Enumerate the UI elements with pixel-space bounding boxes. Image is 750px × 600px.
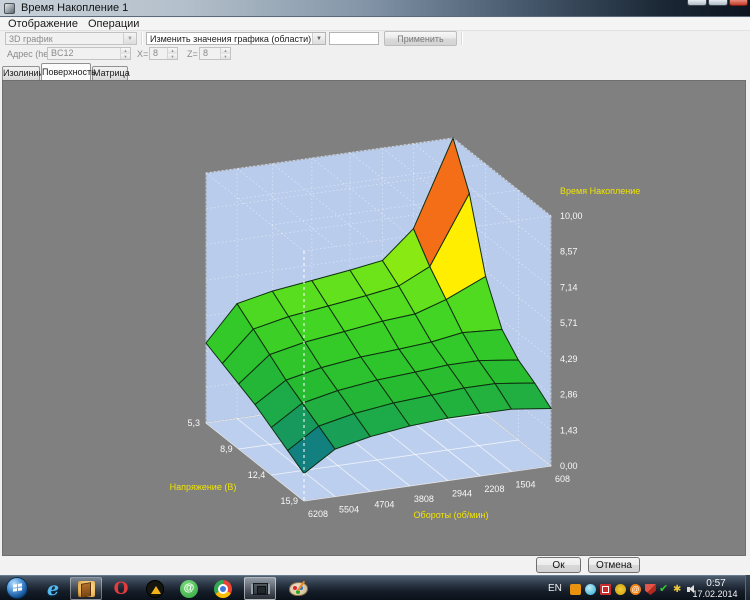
z-value: 8 [200, 48, 220, 59]
x-value: 8 [150, 48, 167, 59]
language-indicator[interactable]: EN [548, 583, 562, 594]
x-tick-label: 2208 [484, 484, 504, 494]
taskbar-item-file-manager[interactable] [70, 577, 102, 600]
chevron-down-icon: ▼ [123, 33, 136, 44]
ok-button[interactable]: Ок [536, 557, 581, 573]
file-manager-icon [78, 581, 95, 597]
tray-orange-app-icon[interactable] [570, 584, 581, 595]
x-tick-label: 4704 [374, 500, 394, 510]
start-button[interactable] [6, 577, 28, 599]
taskbar-item-opera[interactable]: O [106, 577, 136, 600]
cancel-button[interactable]: Отмена [588, 557, 640, 573]
action-value: Изменить значения графика (области) на з… [147, 34, 312, 44]
taskbar-item-internet-explorer[interactable]: e [38, 577, 68, 600]
z-tick-label: 2,86 [560, 390, 578, 400]
x-tick-label: 5504 [339, 505, 359, 515]
taskbar-item-chrome[interactable] [208, 577, 238, 600]
x-tick-label: 1504 [515, 480, 535, 490]
spinner-arrows-icon[interactable]: ▲▼ [220, 48, 230, 59]
close-button[interactable] [729, 0, 748, 6]
x-axis-title: Обороты (об/мин) [414, 510, 489, 520]
taskbar-item-aimp[interactable] [140, 577, 170, 600]
tray-update-star-icon[interactable]: ✱ [673, 584, 684, 595]
taskbar-item-paint[interactable] [282, 577, 314, 600]
z-tick-label: 5,71 [560, 318, 578, 328]
surface-plot[interactable]: 0,00 1,43 2,86 4,29 5,71 7,14 8,57 10,00 6208 550… [3, 81, 745, 555]
x-spinner[interactable]: 8 ▲▼ [149, 47, 178, 60]
tab-isolines[interactable]: Изолинии [2, 66, 40, 80]
x-tick-label: 6208 [308, 509, 328, 519]
address-value: BC12 [48, 48, 120, 59]
opera-icon: O [114, 579, 129, 599]
app-icon [4, 3, 15, 14]
z-tick-label: 1,43 [560, 425, 578, 435]
x-tick-label: 2944 [452, 489, 472, 499]
mailru-agent-icon: @ [180, 580, 198, 598]
tray-mailru-icon[interactable]: @ [630, 584, 641, 595]
toolbar-separator [461, 32, 462, 45]
window-titlebar: Время Накопление 1 [0, 0, 750, 17]
view-mode-value: 3D график [6, 34, 123, 44]
z-axis-title: Время Накопление [560, 186, 640, 196]
spinner-arrows-icon[interactable]: ▲▼ [167, 48, 177, 59]
taskbar: e O @ EN @ ✔ ✱ 0:57 17.02.2014 [0, 575, 750, 600]
tray-antivirus-shield-icon[interactable] [645, 584, 656, 595]
z-label: Z= [187, 49, 198, 59]
z-tick-label: 8,57 [560, 247, 578, 257]
clock-time[interactable]: 0:57 [690, 578, 742, 589]
tray-flash-drive-icon[interactable] [600, 584, 611, 595]
taskbar-item-mailru-agent[interactable]: @ [174, 577, 204, 600]
tab-surface[interactable]: Поверхность [41, 63, 91, 80]
tray-check-icon[interactable]: ✔ [659, 584, 670, 595]
toolbar-separator [141, 32, 142, 45]
taskbar-item-chip-tuning-app[interactable] [244, 577, 276, 600]
tab-matrix[interactable]: Матрица [92, 66, 128, 80]
y-tick-label: 15,9 [280, 496, 298, 506]
chrome-icon [214, 580, 232, 598]
maximize-button[interactable] [708, 0, 728, 6]
chevron-down-icon: ▼ [312, 33, 325, 44]
menu-bar: Отображение Операции [0, 18, 750, 31]
apply-button[interactable]: Применить [384, 31, 457, 46]
dialog-footer: Ок Отмена [0, 556, 750, 575]
plot-panel: 0,00 1,43 2,86 4,29 5,71 7,14 8,57 10,00 6208 550… [2, 80, 746, 556]
paint-icon [289, 582, 308, 596]
x-label: X= [137, 49, 148, 59]
x-tick-label: 608 [555, 474, 570, 484]
show-desktop-button[interactable] [745, 575, 750, 600]
tray-skype-icon[interactable] [585, 584, 596, 595]
z-tick-label: 10,00 [560, 211, 583, 221]
clock-date[interactable]: 17.02.2014 [684, 589, 746, 599]
menu-item-display[interactable]: Отображение [4, 18, 82, 30]
spinner-arrows-icon[interactable]: ▲▼ [120, 48, 130, 59]
chip-icon [253, 583, 268, 595]
y-tick-label: 8,9 [220, 444, 233, 454]
menu-item-operations[interactable]: Операции [84, 18, 143, 30]
z-spinner[interactable]: 8 ▲▼ [199, 47, 231, 60]
desktop: Время Накопление 1 Отображение Операции … [0, 0, 750, 600]
view-mode-select[interactable]: 3D график ▼ [5, 32, 137, 45]
y-tick-label: 5,3 [187, 418, 200, 428]
y-tick-label: 12,4 [248, 470, 266, 480]
internet-explorer-icon: e [47, 578, 59, 600]
aimp-icon [146, 580, 164, 598]
y-axis-title: Напряжение (В) [170, 482, 237, 492]
action-select[interactable]: Изменить значения графика (области) на з… [146, 32, 326, 45]
address-spinner[interactable]: BC12 ▲▼ [47, 47, 131, 60]
z-tick-label: 4,29 [560, 354, 578, 364]
z-tick-label: 7,14 [560, 282, 578, 292]
toolbar: 3D график ▼ Изменить значения графика (о… [0, 31, 750, 62]
x-tick-label: 3808 [414, 494, 434, 504]
z-tick-label: 0,00 [560, 461, 578, 471]
window-title: Время Накопление 1 [21, 2, 128, 14]
tray-aimp-icon[interactable] [615, 584, 626, 595]
minimize-button[interactable] [687, 0, 707, 6]
tab-bar: Изолинии Поверхность Матрица [0, 62, 750, 80]
value-input[interactable] [329, 32, 379, 45]
